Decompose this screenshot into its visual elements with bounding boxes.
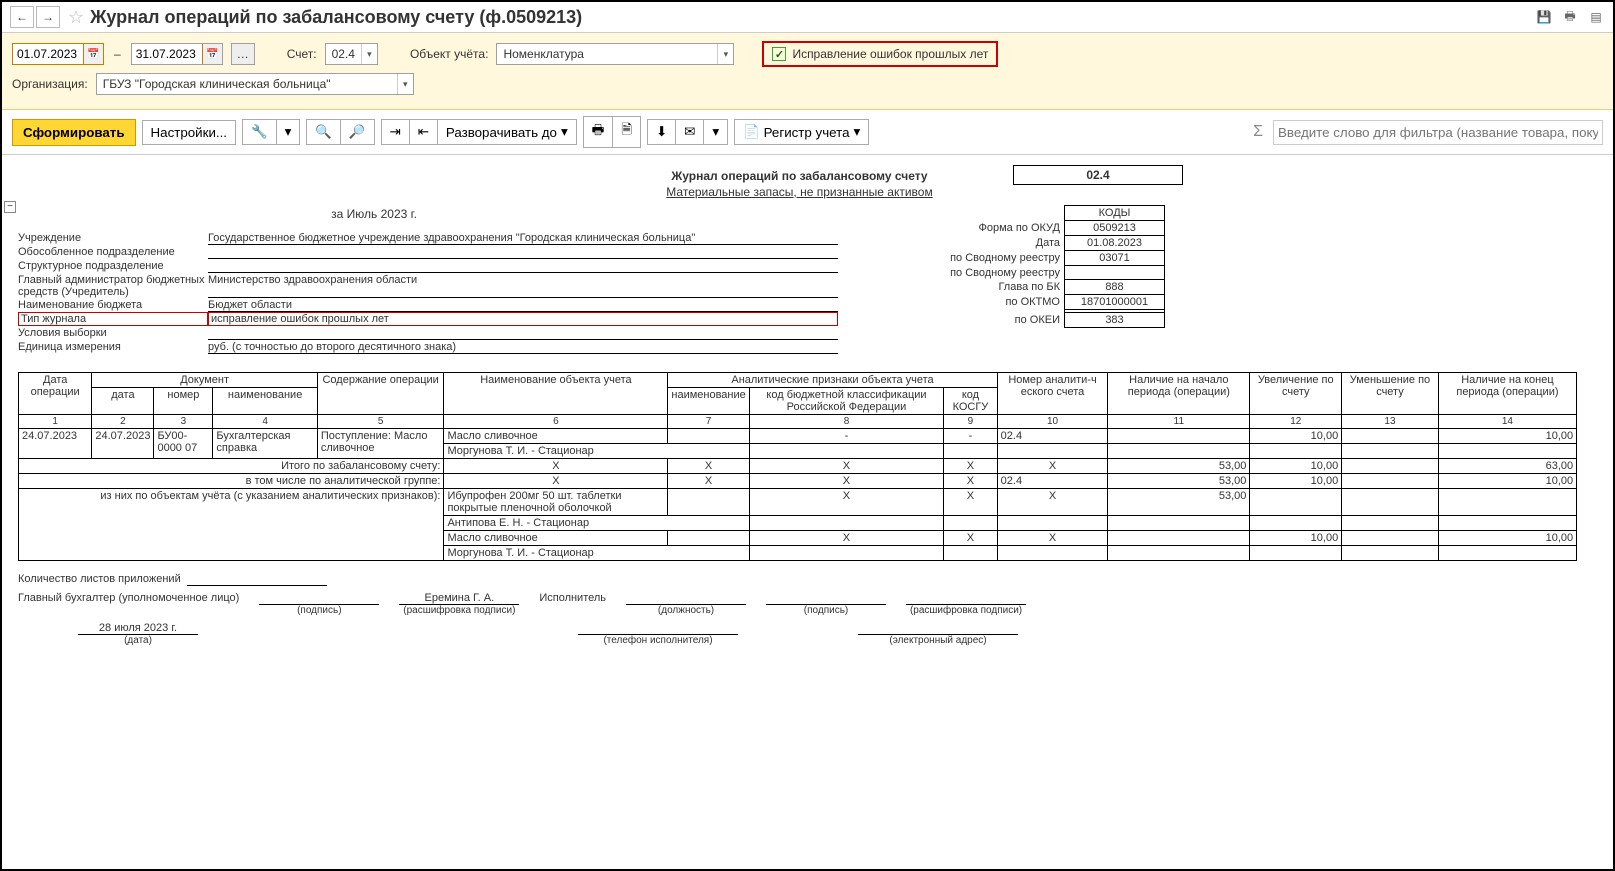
dropdown-icon[interactable]: ▾ xyxy=(717,44,733,64)
report-info: УчреждениеГосударственное бюджетное учре… xyxy=(18,231,1595,354)
account-label: Счет: xyxy=(287,47,317,61)
codes-table: КОДЫ Форма по ОКУД0509213 Дата01.08.2023… xyxy=(944,205,1165,328)
sigma-icon[interactable]: Σ xyxy=(1253,123,1263,141)
filters-panel: 📅 – 📅 … Счет: 02.4 ▾ Объект учёта: Номен… xyxy=(2,33,1613,110)
report-footer: Количество листов приложений Главный бух… xyxy=(18,573,1595,646)
date-from-input[interactable] xyxy=(13,44,83,64)
save-icon[interactable]: 💾 xyxy=(1535,8,1553,26)
dropdown-icon[interactable]: ▾ xyxy=(361,44,377,64)
journal-type-value: исправление ошибок прошлых лет xyxy=(208,312,838,326)
date-separator: – xyxy=(112,47,123,61)
operations-grid: Дата операции Документ Содержание операц… xyxy=(18,372,1577,561)
registry-button[interactable]: 📄 Регистр учета ▾ xyxy=(734,119,869,145)
email-button[interactable]: ✉ xyxy=(676,119,704,145)
date-to-field[interactable]: 📅 xyxy=(131,43,223,65)
dropdown-icon[interactable]: ▾ xyxy=(397,74,413,94)
tree-collapse-button[interactable]: − xyxy=(4,201,16,213)
date-more-button[interactable]: … xyxy=(231,43,255,65)
object-combo[interactable]: Номенклатура ▾ xyxy=(496,43,734,65)
preview-button[interactable]: 🗎 xyxy=(613,116,641,148)
object-label: Объект учёта: xyxy=(410,47,489,61)
print-button[interactable]: 🖶 xyxy=(583,116,614,148)
expand-button[interactable]: ⇤ xyxy=(410,119,438,145)
favorite-star-icon[interactable]: ☆ xyxy=(68,7,84,28)
titlebar: ← → ☆ Журнал операций по забалансовому с… xyxy=(2,2,1613,33)
nav-forward-button[interactable]: → xyxy=(36,6,60,28)
expand-to-button[interactable]: Разворачивать до ▾ xyxy=(438,119,577,145)
actions-toolbar: Сформировать Настройки... 🔧 ▾ 🔍 🔎 ⇥ ⇤ Ра… xyxy=(2,110,1613,155)
find-button[interactable]: 🔍 xyxy=(306,119,341,145)
account-combo[interactable]: 02.4 ▾ xyxy=(325,43,378,65)
org-label: Организация: xyxy=(12,77,88,91)
find-next-button[interactable]: 🔎 xyxy=(341,119,375,145)
report-period: за Июль 2023 г. xyxy=(2,207,1595,221)
save-file-button[interactable]: ⬇ xyxy=(647,119,676,145)
report-title: Журнал операций по забалансовому счету xyxy=(4,169,1595,183)
org-combo[interactable]: ГБУЗ "Городская клиническая больница" ▾ xyxy=(96,73,414,95)
correction-checkbox-frame: ✓ Исправление ошибок прошлых лет xyxy=(762,41,998,67)
account-code-box: 02.4 xyxy=(1013,165,1183,185)
calendar-icon[interactable]: 📅 xyxy=(202,44,222,64)
collapse-button[interactable]: ⇥ xyxy=(381,119,410,145)
report-subtitle: Материальные запасы, не признанные актив… xyxy=(4,185,1595,199)
date-to-input[interactable] xyxy=(132,44,202,64)
calendar-icon[interactable]: 📅 xyxy=(83,44,103,64)
open-settings-button[interactable]: 🔧 xyxy=(242,119,277,145)
date-from-field[interactable]: 📅 xyxy=(12,43,104,65)
correction-label: Исправление ошибок прошлых лет xyxy=(792,47,988,61)
table-row: 24.07.202324.07.2023БУ00-0000 07Бухгалте… xyxy=(19,429,1577,444)
correction-checkbox[interactable]: ✓ xyxy=(772,47,786,61)
settings-variants-button[interactable]: ▾ xyxy=(277,119,301,145)
journal-type-label: Тип журнала xyxy=(18,312,208,326)
report-body: − 02.4 Журнал операций по забалансовому … xyxy=(2,155,1613,871)
print-icon[interactable]: 🖶 xyxy=(1561,8,1579,26)
generate-button[interactable]: Сформировать xyxy=(12,119,136,146)
page-title: Журнал операций по забалансовому счету (… xyxy=(90,7,582,28)
filter-input[interactable] xyxy=(1273,120,1603,145)
more-icon[interactable]: ▤ xyxy=(1587,8,1605,26)
settings-button[interactable]: Настройки... xyxy=(142,120,236,145)
more-actions-button[interactable]: ▾ xyxy=(704,119,728,145)
nav-back-button[interactable]: ← xyxy=(10,6,34,28)
